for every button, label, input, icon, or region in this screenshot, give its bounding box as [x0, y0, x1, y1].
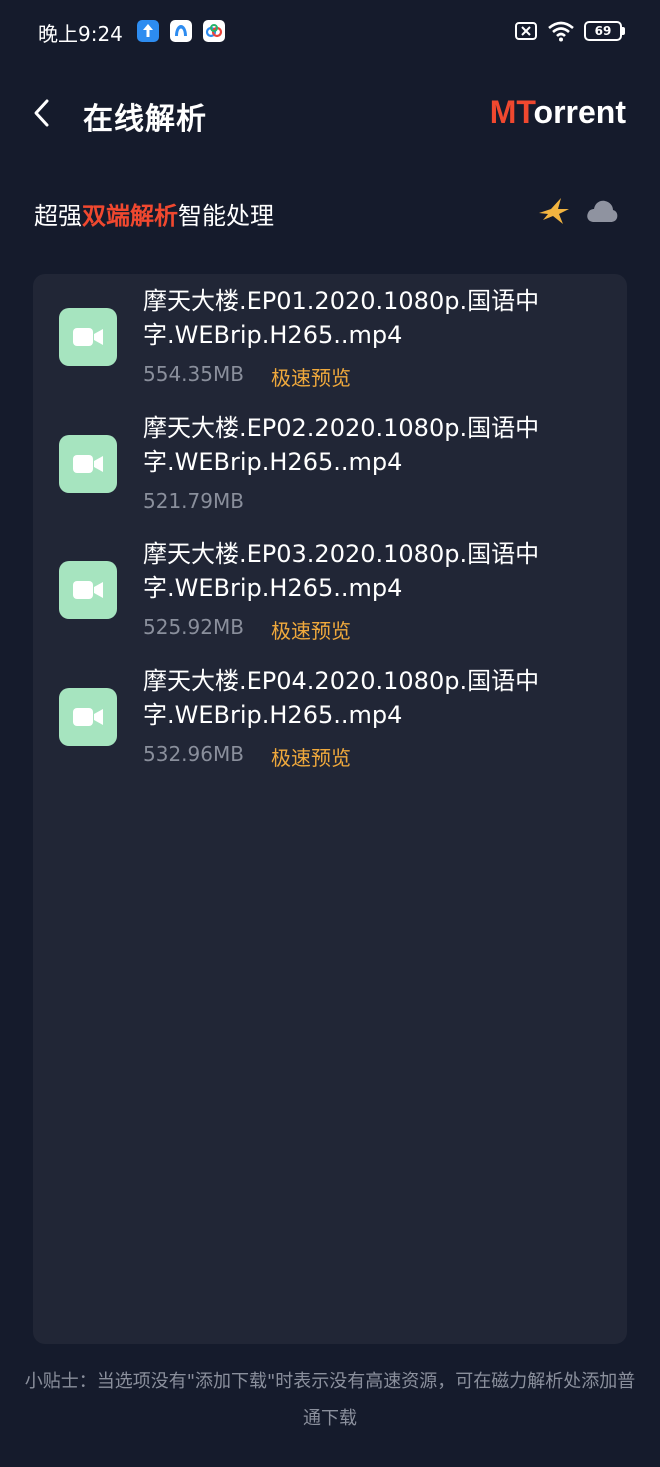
- swift-bird-icon[interactable]: [537, 196, 571, 226]
- file-name: 摩天大楼.EP01.2020.1080p.国语中字.WEBrip.H265..m…: [143, 287, 540, 349]
- subtitle-highlight: 双端解析: [82, 202, 178, 230]
- brand-logo: MTorrent: [490, 94, 626, 131]
- file-item[interactable]: 摩天大楼.EP01.2020.1080p.国语中字.WEBrip.H265..m…: [33, 274, 627, 394]
- cloud-drive-app-icon: [203, 20, 225, 42]
- cloud-icon[interactable]: [585, 198, 619, 224]
- brand-suffix: orrent: [533, 94, 626, 130]
- file-size: 521.79MB: [143, 489, 244, 513]
- file-name: 摩天大楼.EP04.2020.1080p.国语中字.WEBrip.H265..m…: [143, 667, 540, 729]
- file-name: 摩天大楼.EP03.2020.1080p.国语中字.WEBrip.H265..m…: [143, 540, 540, 602]
- fast-preview-link[interactable]: 极速预览: [271, 742, 351, 771]
- battery-level: 69: [594, 24, 612, 38]
- video-camera-icon: [73, 328, 103, 346]
- battery-cap: [622, 27, 625, 35]
- status-time: 晚上9:24: [38, 22, 123, 46]
- status-bar: 晚上9:24 69: [0, 0, 660, 64]
- video-camera-icon: [73, 455, 103, 473]
- subtitle-part1: 超强: [34, 202, 82, 230]
- file-name: 摩天大楼.EP02.2020.1080p.国语中字.WEBrip.H265..m…: [143, 414, 540, 476]
- file-item[interactable]: 摩天大楼.EP04.2020.1080p.国语中字.WEBrip.H265..m…: [33, 654, 627, 774]
- brand-prefix: MT: [489, 94, 534, 130]
- wifi-icon: [548, 21, 574, 42]
- video-camera-icon: [73, 581, 103, 599]
- battery-indicator: 69: [584, 21, 626, 41]
- tip-text: 小贴士：当选项没有"添加下载"时表示没有高速资源，可在磁力解析处添加普通下载: [24, 1371, 636, 1429]
- file-thumb: [59, 435, 117, 493]
- page-title: 在线解析: [83, 102, 207, 137]
- file-thumb: [59, 688, 117, 746]
- fast-preview-link[interactable]: 极速预览: [271, 362, 351, 391]
- subtitle-part2: 智能处理: [178, 202, 274, 230]
- file-size: 554.35MB: [143, 362, 244, 386]
- back-icon[interactable]: [28, 96, 56, 130]
- file-thumb: [59, 561, 117, 619]
- feature-subtitle: 超强双端解析智能处理: [34, 196, 274, 231]
- fast-preview-link[interactable]: 极速预览: [271, 615, 351, 644]
- file-item[interactable]: 摩天大楼.EP03.2020.1080p.国语中字.WEBrip.H265..m…: [33, 527, 627, 647]
- file-list: 摩天大楼.EP01.2020.1080p.国语中字.WEBrip.H265..m…: [33, 274, 627, 1344]
- video-camera-icon: [73, 708, 103, 726]
- screen: 晚上9:24 69 在线解析 MTorrent 超强双端解析智能处理 摩天大楼.…: [0, 0, 660, 1467]
- upload-app-icon: [137, 20, 159, 42]
- file-size: 525.92MB: [143, 615, 244, 639]
- file-thumb: [59, 308, 117, 366]
- no-sim-icon: [515, 22, 537, 40]
- file-size: 532.96MB: [143, 742, 244, 766]
- browser-app-icon: [170, 20, 192, 42]
- file-item[interactable]: 摩天大楼.EP02.2020.1080p.国语中字.WEBrip.H265..m…: [33, 401, 627, 521]
